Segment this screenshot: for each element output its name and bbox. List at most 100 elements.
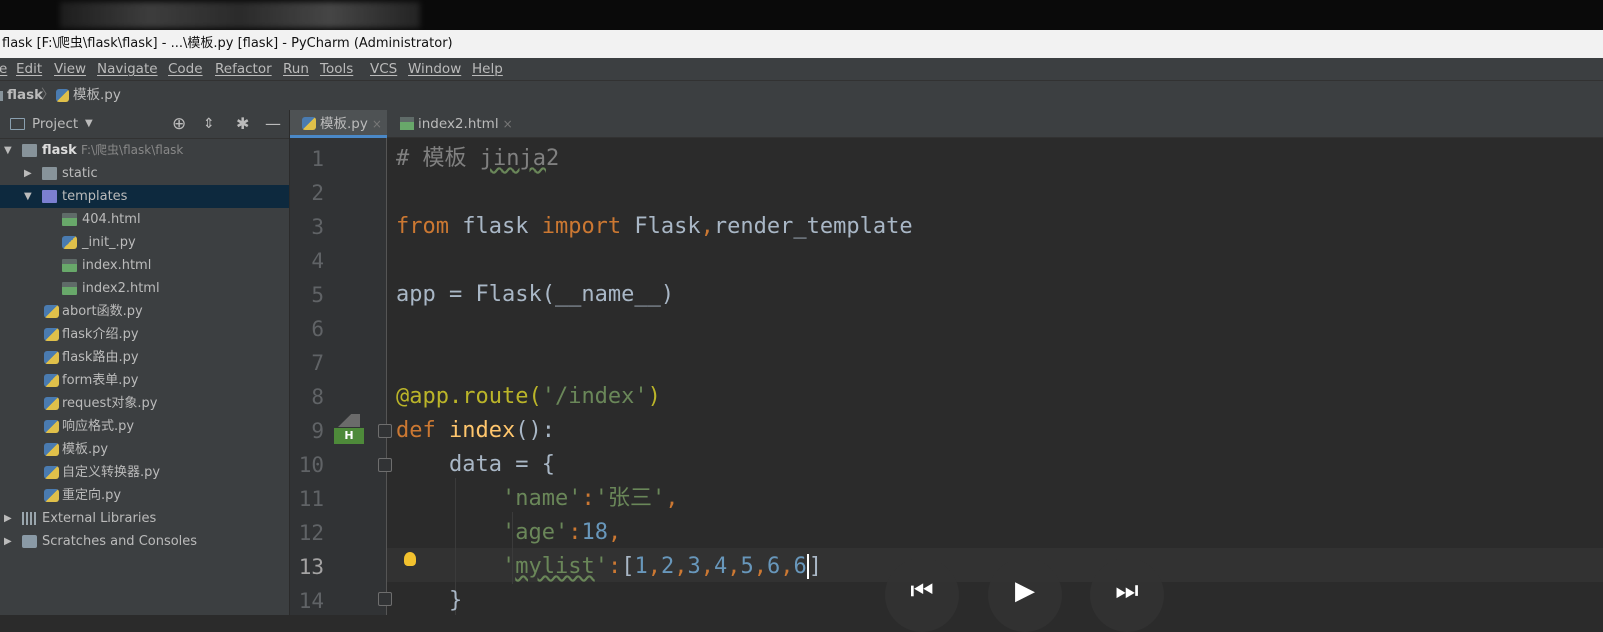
line-number: 6	[311, 317, 324, 341]
tree-item-label: External Libraries	[42, 511, 157, 526]
skip-next-button[interactable]: ⏭	[1090, 558, 1164, 632]
menu-help[interactable]: Help	[472, 58, 503, 80]
tree-item-external-libraries[interactable]: ▶ External Libraries	[0, 507, 289, 530]
tree-item-flask-route-py[interactable]: flask路由.py	[0, 346, 289, 369]
close-icon[interactable]: ×	[503, 117, 513, 131]
close-icon[interactable]: ×	[372, 117, 382, 131]
menu-run[interactable]: Run	[283, 58, 309, 80]
hide-panel-icon[interactable]: —	[265, 110, 281, 138]
line-number: 8	[311, 385, 324, 409]
python-file-icon	[44, 489, 59, 502]
line-number: 10	[298, 453, 324, 477]
line-number: 2	[311, 181, 324, 205]
gear-icon[interactable]: ✱	[236, 110, 249, 138]
tree-item-label: 404.html	[82, 212, 141, 227]
tree-item-label: form表单.py	[62, 373, 139, 388]
python-file-icon	[44, 420, 59, 433]
python-file-icon	[44, 305, 59, 318]
tab-index2-html[interactable]: index2.html ×	[390, 110, 520, 138]
tree-item-request-py[interactable]: request对象.py	[0, 392, 289, 415]
tree-item-404-html[interactable]: 404.html	[0, 208, 289, 231]
line-number: 4	[311, 249, 324, 273]
python-file-icon	[44, 351, 59, 364]
play-icon: ▶	[1015, 576, 1035, 606]
menu-file[interactable]: e	[0, 58, 7, 80]
collapse-all-icon[interactable]: ⇕	[203, 110, 215, 138]
breadcrumb-root[interactable]: flask	[7, 81, 43, 109]
tab-label: index2.html	[418, 116, 499, 132]
chevron-down-icon[interactable]: ▼	[24, 185, 32, 208]
line-number: 13	[298, 555, 324, 579]
tree-item-label: index2.html	[82, 281, 160, 296]
code-editor[interactable]: 1 2 3 4 5 6 7 8 9 10 11 12 13 14 H # 模板 …	[290, 138, 1603, 615]
html-file-icon	[62, 213, 77, 226]
top-blurred-bar	[0, 0, 1603, 30]
tree-item-init-py[interactable]: _init_.py	[0, 231, 289, 254]
menu-code[interactable]: Code	[168, 58, 203, 80]
tree-item-label: flask路由.py	[62, 350, 139, 365]
project-panel: Project ▼ ⊕ ⇕ ✱ — ▼ flask F:\爬虫\flask\fl…	[0, 110, 290, 615]
line-number: 1	[311, 147, 324, 171]
menu-bar: e Edit View Navigate Code Refactor Run T…	[0, 58, 1603, 80]
menu-refactor[interactable]: Refactor	[215, 58, 272, 80]
tree-item-response-py[interactable]: 响应格式.py	[0, 415, 289, 438]
tree-item-static[interactable]: ▶ static	[0, 162, 289, 185]
chevron-right-icon[interactable]: ▶	[4, 507, 12, 530]
tree-item-label: request对象.py	[62, 396, 158, 411]
menu-view[interactable]: View	[54, 58, 86, 80]
tree-item-label: Scratches and Consoles	[42, 534, 198, 549]
tree-item-label: index.html	[82, 258, 152, 273]
tree-item-form-py[interactable]: form表单.py	[0, 369, 289, 392]
python-file-icon	[44, 374, 59, 387]
folder-icon	[22, 144, 37, 157]
tree-item-label: 模板.py	[62, 442, 109, 457]
html-file-icon	[62, 282, 77, 295]
python-file-icon	[56, 89, 69, 102]
tree-item-index-html[interactable]: index.html	[0, 254, 289, 277]
project-view-selector[interactable]: Project	[32, 110, 78, 138]
tree-item-scratches[interactable]: ▶ Scratches and Consoles	[0, 530, 289, 553]
chevron-right-icon[interactable]: ▶	[24, 162, 32, 185]
line-number: 7	[311, 351, 324, 375]
skip-previous-button[interactable]: ⏮	[885, 558, 959, 632]
code-line-8: @app.route('/index')	[396, 384, 661, 409]
tree-item-templates[interactable]: ▼ templates	[0, 185, 289, 208]
tree-item-converter-py[interactable]: 自定义转换器.py	[0, 461, 289, 484]
code-line-1: # 模板 jinja2	[396, 146, 560, 171]
tree-item-label: _init_.py	[82, 235, 136, 250]
chevron-right-icon[interactable]: ▶	[4, 530, 12, 553]
breadcrumb-file[interactable]: 模板.py	[73, 81, 121, 109]
locate-file-icon[interactable]: ⊕	[172, 110, 186, 138]
menu-window[interactable]: Window	[408, 58, 461, 80]
python-file-icon	[44, 328, 59, 341]
fold-marker-icon[interactable]	[378, 592, 392, 606]
run-flask-app-icon[interactable]: H	[334, 414, 364, 444]
tree-item-template-py[interactable]: 模板.py	[0, 438, 289, 461]
tree-item-label: flask	[42, 143, 77, 158]
code-line-3: from flask import Flask,render_template	[396, 214, 913, 239]
tree-item-flask-intro-py[interactable]: flask介绍.py	[0, 323, 289, 346]
fold-marker-icon[interactable]	[378, 458, 392, 472]
tree-item-redirect-py[interactable]: 重定向.py	[0, 484, 289, 507]
line-number: 12	[298, 521, 324, 545]
tree-item-label: abort函数.py	[62, 304, 143, 319]
menu-tools[interactable]: Tools	[320, 58, 353, 80]
menu-navigate[interactable]: Navigate	[97, 58, 158, 80]
code-line-9: def index():	[396, 418, 555, 443]
python-file-icon	[62, 236, 77, 249]
breadcrumb-separator-icon: 〉	[41, 87, 55, 103]
chevron-down-icon[interactable]: ▼	[85, 110, 93, 138]
html-file-icon	[400, 117, 414, 130]
chevron-down-icon[interactable]: ▼	[4, 139, 12, 162]
menu-vcs[interactable]: VCS	[370, 58, 397, 80]
play-button[interactable]: ▶	[988, 558, 1062, 632]
tree-root-flask[interactable]: ▼ flask F:\爬虫\flask\flask	[0, 139, 289, 162]
tab-template-py[interactable]: 模板.py ×	[290, 110, 387, 138]
fold-marker-icon[interactable]	[378, 424, 392, 438]
tree-item-abort-py[interactable]: abort函数.py	[0, 300, 289, 323]
tree-item-index2-html[interactable]: index2.html	[0, 277, 289, 300]
menu-edit[interactable]: Edit	[16, 58, 42, 80]
project-panel-header: Project ▼ ⊕ ⇕ ✱ —	[0, 110, 289, 139]
window-title: flask [F:\爬虫\flask\flask] - ...\模板.py [f…	[0, 30, 1603, 58]
tree-item-label: 响应格式.py	[62, 419, 135, 434]
